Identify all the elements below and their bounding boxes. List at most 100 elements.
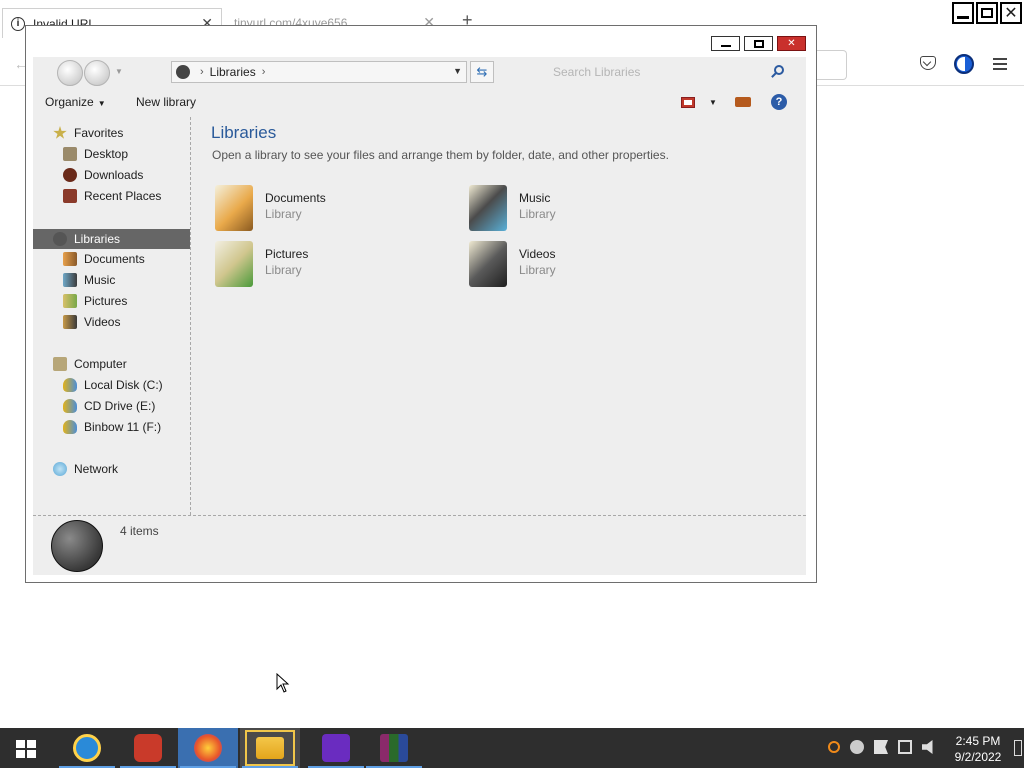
vpn-icon[interactable] bbox=[954, 54, 974, 74]
videos-icon bbox=[63, 315, 77, 329]
nav-binbow-drive[interactable]: Binbow 11 (F:) bbox=[63, 417, 161, 437]
refresh-button[interactable]: ⇆ bbox=[470, 61, 494, 83]
library-item-music[interactable]: Music Library bbox=[469, 185, 689, 235]
downloads-icon bbox=[63, 168, 77, 182]
documents-library-icon bbox=[215, 185, 253, 231]
taskbar-p-app[interactable] bbox=[118, 728, 178, 768]
breadcrumb-separator[interactable]: › bbox=[200, 66, 204, 78]
drive-icon bbox=[63, 420, 77, 434]
nav-label: CD Drive (E:) bbox=[84, 399, 156, 413]
nav-downloads[interactable]: Downloads bbox=[63, 165, 143, 185]
navigation-pane: Favorites Desktop Downloads Recent Place… bbox=[33, 117, 191, 515]
pictures-library-icon bbox=[215, 241, 253, 287]
nav-computer[interactable]: Computer bbox=[53, 354, 127, 374]
recent-pages-dropdown[interactable]: ▼ bbox=[115, 67, 123, 76]
network-tray-icon[interactable] bbox=[898, 740, 912, 754]
nav-videos[interactable]: Videos bbox=[63, 312, 120, 332]
library-item-documents[interactable]: Documents Library bbox=[215, 185, 435, 235]
address-dropdown-icon[interactable]: ▼ bbox=[453, 66, 462, 76]
nav-label: Binbow 11 (F:) bbox=[84, 420, 162, 434]
nav-label: Pictures bbox=[84, 294, 128, 308]
action-center-flag-icon[interactable] bbox=[874, 740, 888, 754]
nav-desktop[interactable]: Desktop bbox=[63, 144, 128, 164]
nav-local-disk[interactable]: Local Disk (C:) bbox=[63, 375, 163, 395]
libraries-large-icon bbox=[51, 520, 103, 572]
info-icon: i bbox=[11, 16, 25, 31]
documents-icon bbox=[63, 252, 77, 266]
library-type: Library bbox=[265, 263, 302, 277]
nav-label: Music bbox=[84, 273, 116, 287]
start-button[interactable] bbox=[16, 740, 36, 758]
outer-minimize-button[interactable] bbox=[952, 2, 974, 24]
nav-documents[interactable]: Documents bbox=[63, 249, 145, 269]
organize-label: Organize bbox=[45, 95, 94, 109]
library-type: Library bbox=[265, 207, 302, 221]
nav-label: Libraries bbox=[74, 232, 121, 246]
outer-restore-button[interactable] bbox=[976, 2, 998, 24]
volume-icon[interactable] bbox=[922, 740, 933, 754]
taskbar-internet-explorer[interactable] bbox=[57, 728, 117, 768]
minimize-button[interactable] bbox=[711, 36, 740, 51]
taskbar-winrar[interactable] bbox=[364, 728, 424, 768]
change-view-icon[interactable] bbox=[681, 97, 695, 108]
breadcrumb-separator[interactable]: › bbox=[262, 66, 266, 78]
search-placeholder: Search Libraries bbox=[553, 65, 641, 79]
library-type: Library bbox=[519, 207, 556, 221]
details-pane: 4 items bbox=[33, 515, 806, 575]
view-options-dropdown[interactable]: ▼ bbox=[709, 98, 717, 107]
organize-button[interactable]: Organize ▼ bbox=[45, 95, 106, 109]
nav-recent-places[interactable]: Recent Places bbox=[63, 186, 161, 206]
nav-label: Computer bbox=[74, 357, 127, 371]
mouse-cursor-icon bbox=[276, 673, 290, 693]
explorer-frame: ▼ › Libraries › ▼ ⇆ Search Libraries Org… bbox=[33, 57, 806, 575]
search-input[interactable]: Search Libraries bbox=[545, 61, 790, 83]
pocket-icon[interactable] bbox=[920, 56, 936, 70]
drive-icon bbox=[63, 378, 77, 392]
library-name: Music bbox=[519, 191, 551, 205]
search-icon[interactable] bbox=[774, 65, 784, 75]
taskbar-firefox[interactable] bbox=[178, 728, 238, 768]
library-name: Videos bbox=[519, 247, 556, 261]
show-desktop-button[interactable] bbox=[1014, 740, 1022, 756]
nav-network[interactable]: Network bbox=[53, 459, 118, 479]
back-button[interactable] bbox=[57, 60, 83, 86]
taskbar-file-explorer[interactable] bbox=[240, 728, 300, 768]
preview-pane-icon[interactable] bbox=[735, 97, 751, 107]
nav-label: Recent Places bbox=[84, 189, 162, 203]
maximize-button[interactable] bbox=[744, 36, 773, 51]
url-bar[interactable] bbox=[817, 50, 847, 80]
status-tray-icon[interactable] bbox=[850, 740, 864, 754]
drive-icon bbox=[63, 399, 77, 413]
search-tray-icon[interactable] bbox=[828, 741, 840, 753]
folder-icon bbox=[256, 737, 284, 759]
library-item-videos[interactable]: Videos Library bbox=[469, 241, 689, 291]
outer-close-button[interactable]: ✕ bbox=[1000, 2, 1022, 24]
outer-window-controls: ✕ bbox=[952, 2, 1022, 24]
nav-libraries[interactable]: Libraries bbox=[33, 229, 190, 249]
help-icon[interactable]: ? bbox=[771, 94, 787, 110]
page-subtitle: Open a library to see your files and arr… bbox=[212, 148, 669, 162]
libraries-icon bbox=[53, 232, 67, 246]
nav-label: Desktop bbox=[84, 147, 129, 161]
taskbar-yahoo-messenger[interactable] bbox=[306, 728, 366, 768]
nav-music[interactable]: Music bbox=[63, 270, 115, 290]
new-library-button[interactable]: New library bbox=[136, 95, 196, 109]
nav-cd-drive[interactable]: CD Drive (E:) bbox=[63, 396, 155, 416]
library-item-pictures[interactable]: Pictures Library bbox=[215, 241, 435, 291]
clock-date: 9/2/2022 bbox=[954, 750, 1002, 764]
menu-icon[interactable] bbox=[993, 58, 1007, 70]
nav-favorites[interactable]: Favorites bbox=[53, 123, 123, 143]
nav-label: Favorites bbox=[74, 126, 124, 140]
clock[interactable]: 2:45 PM 9/2/2022 bbox=[946, 733, 1010, 765]
address-bar[interactable]: › Libraries › ▼ bbox=[171, 61, 467, 83]
videos-library-icon bbox=[469, 241, 507, 287]
nav-pictures[interactable]: Pictures bbox=[63, 291, 127, 311]
close-button[interactable]: ✕ bbox=[777, 36, 806, 51]
recent-places-icon bbox=[63, 189, 77, 203]
pictures-icon bbox=[63, 294, 77, 308]
yahoo-messenger-icon bbox=[322, 734, 350, 762]
forward-button[interactable] bbox=[84, 60, 110, 86]
nav-label: Videos bbox=[84, 315, 121, 329]
nav-label: Downloads bbox=[84, 168, 144, 182]
breadcrumb-libraries[interactable]: Libraries bbox=[210, 65, 256, 79]
